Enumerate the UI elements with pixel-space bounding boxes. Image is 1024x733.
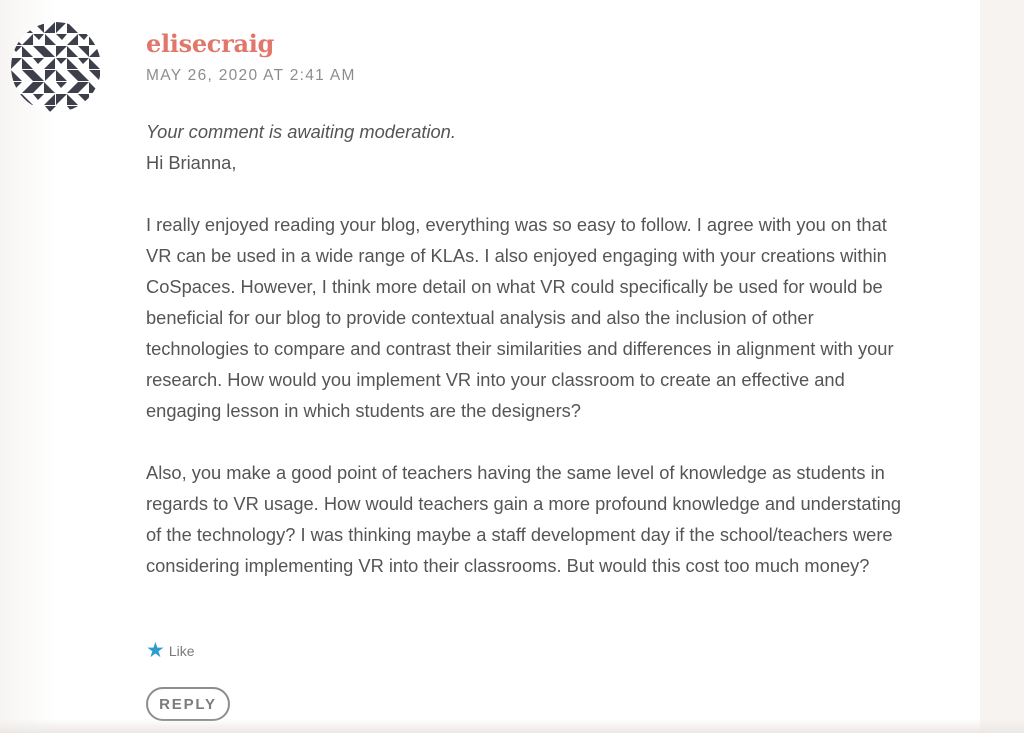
bottom-fade — [0, 719, 1024, 733]
star-icon: ★ — [146, 639, 165, 662]
reply-button[interactable]: REPLY — [146, 687, 230, 721]
comment-content: Your comment is awaiting moderation. Hi … — [146, 116, 906, 581]
like-label: Like — [168, 643, 195, 659]
moderation-notice: Your comment is awaiting moderation. — [146, 121, 456, 142]
comment-author-link[interactable]: elisecraig — [146, 28, 274, 60]
comment-paragraph: I really enjoyed reading your blog, ever… — [146, 214, 894, 421]
comment-card: elisecraig MAY 26, 2020 AT 2:41 AM Your … — [0, 0, 980, 733]
page: elisecraig MAY 26, 2020 AT 2:41 AM Your … — [0, 0, 1024, 733]
comment-timestamp-link[interactable]: MAY 26, 2020 AT 2:41 AM — [146, 67, 356, 85]
comment-paragraph: Also, you make a good point of teachers … — [146, 462, 902, 576]
avatar-geometric-pattern-icon — [11, 22, 101, 112]
avatar[interactable] — [11, 22, 101, 112]
comment-greeting: Hi Brianna, — [146, 152, 237, 173]
like-button[interactable]: ★ Like — [146, 640, 195, 662]
